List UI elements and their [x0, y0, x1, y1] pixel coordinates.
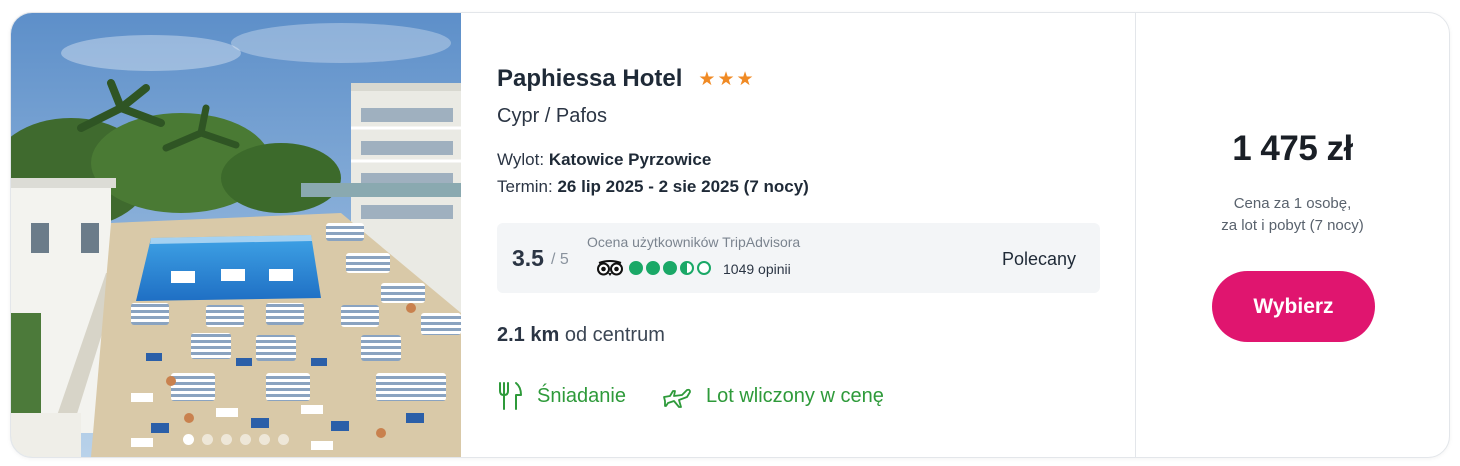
rating-source-label: Ocena użytkowników TripAdvisora	[587, 234, 801, 250]
price-panel: 1 475 zł Cena za 1 osobę, za lot i pobyt…	[1136, 13, 1449, 457]
star-rating: ★ ★ ★	[698, 70, 753, 89]
price-value: 1 475 zł	[1232, 129, 1353, 168]
photo-carousel-dots	[183, 434, 289, 445]
carousel-dot-4[interactable]	[240, 434, 251, 445]
feature-flight-included: Lot wliczony w cenę	[662, 382, 884, 410]
rating-bubble	[680, 261, 694, 275]
tripadvisor-owl-icon	[597, 260, 623, 276]
offer-card[interactable]: Paphiessa Hotel ★ ★ ★ Cypr / Pafos Wylot…	[10, 12, 1450, 458]
feature-label: Lot wliczony w cenę	[705, 384, 884, 407]
star-icon: ★	[698, 68, 716, 90]
hotel-location: Cypr / Pafos	[497, 105, 608, 127]
flight-value: Katowice Pyrzowice	[548, 150, 712, 169]
recommended-badge: Polecany	[1001, 249, 1076, 269]
star-icon: ★	[736, 68, 754, 90]
feature-label: Śniadanie	[537, 384, 626, 407]
price-note: Cena za 1 osobę, za lot i pobyt (7 nocy)	[1136, 193, 1449, 237]
flight-info: Wylot: Katowice Pyrzowice	[497, 150, 711, 170]
cutlery-icon	[499, 382, 522, 410]
flight-label: Wylot:	[497, 150, 545, 169]
review-count[interactable]: 1049 opinii	[723, 261, 791, 277]
carousel-dot-1[interactable]	[183, 434, 194, 445]
hotel-info: Paphiessa Hotel ★ ★ ★ Cypr / Pafos Wylot…	[497, 13, 1117, 457]
rating-bubble	[663, 261, 677, 275]
choose-button[interactable]: Wybierz	[1212, 271, 1375, 342]
carousel-dot-2[interactable]	[202, 434, 213, 445]
hotel-name[interactable]: Paphiessa Hotel	[497, 65, 682, 93]
rating-bubble	[697, 261, 711, 275]
rating-bubble	[629, 261, 643, 275]
title-row: Paphiessa Hotel ★ ★ ★	[497, 65, 754, 93]
rating-score: 3.5	[512, 245, 544, 271]
plane-icon	[663, 388, 691, 408]
term-info: Termin: 26 lip 2025 - 2 sie 2025 (7 nocy…	[497, 177, 809, 197]
price-note-line-2: za lot i pobyt (7 nocy)	[1221, 217, 1364, 234]
price-note-line-1: Cena za 1 osobę,	[1233, 195, 1352, 212]
distance-label: od centrum	[564, 324, 665, 346]
carousel-dot-6[interactable]	[278, 434, 289, 445]
distance-value: 2.1 km	[497, 324, 560, 346]
star-icon: ★	[717, 68, 735, 90]
tripadvisor-rating[interactable]: 3.5 / 5 Ocena użytkowników TripAdvisora …	[497, 223, 1100, 293]
term-value: 26 lip 2025 - 2 sie 2025 (7 nocy)	[557, 177, 809, 196]
hotel-photo[interactable]	[11, 13, 461, 457]
hotel-photo-image	[11, 13, 461, 457]
rating-bubble	[646, 261, 660, 275]
feature-list: Śniadanie Lot wliczony w cenę	[497, 381, 920, 411]
carousel-dot-5[interactable]	[259, 434, 270, 445]
rating-bubbles	[629, 261, 711, 275]
carousel-dot-3[interactable]	[221, 434, 232, 445]
rating-scale: / 5	[551, 251, 569, 268]
distance-from-center: 2.1 km od centrum	[497, 324, 665, 347]
feature-breakfast: Śniadanie	[497, 381, 626, 411]
term-label: Termin:	[497, 177, 553, 196]
